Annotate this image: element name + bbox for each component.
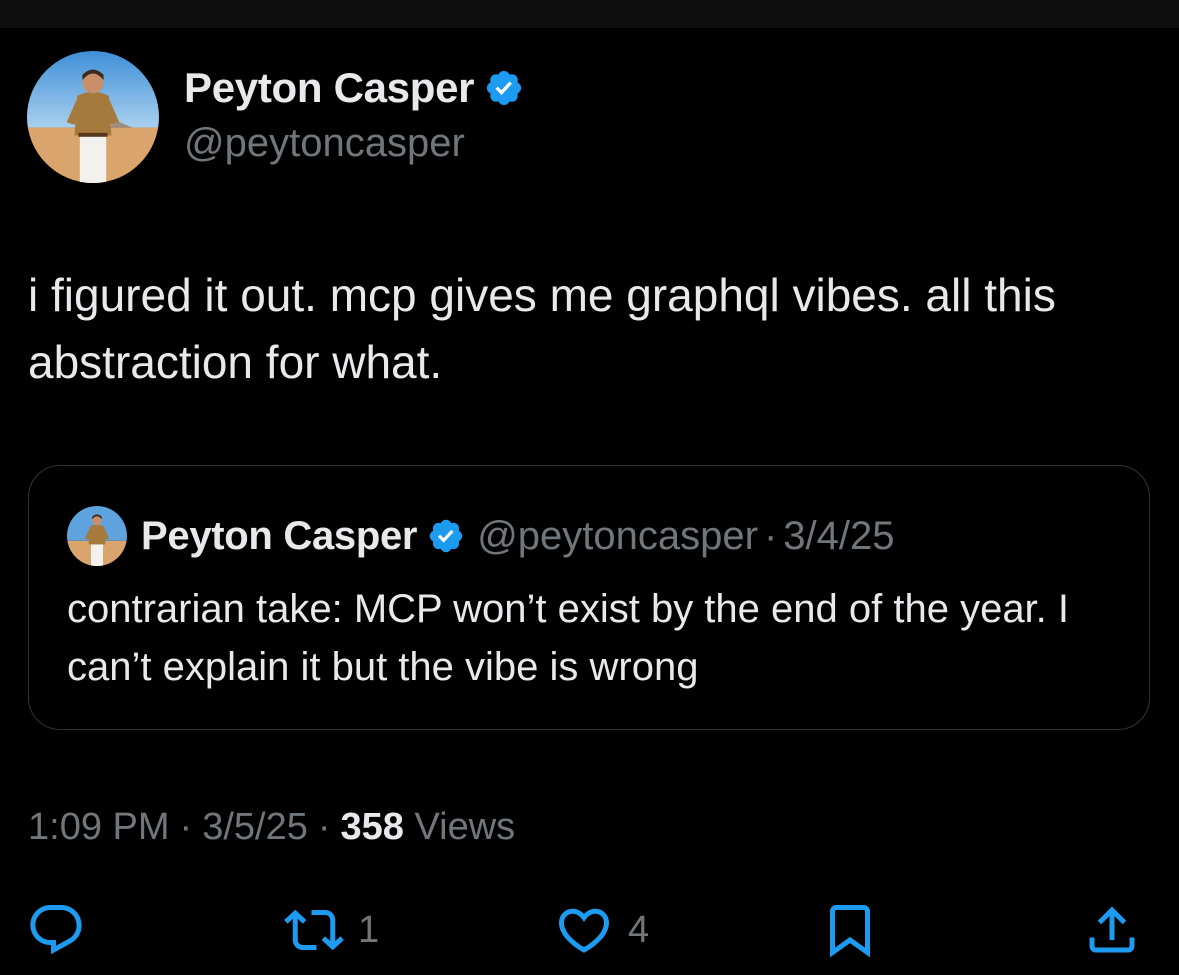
- author-name-text: Peyton Casper: [184, 64, 475, 111]
- retweet-button[interactable]: 1: [284, 898, 379, 962]
- status-bar-strip: [0, 0, 1179, 28]
- quoted-tweet-header: Peyton Casper @peytoncasper · 3/4/25: [141, 512, 895, 560]
- quoted-author-handle[interactable]: @peytoncasper: [477, 512, 758, 560]
- share-icon: [1089, 906, 1135, 953]
- quoted-date[interactable]: 3/4/25: [783, 512, 894, 560]
- quoted-tweet-card[interactable]: Peyton Casper @peytoncasper · 3/4/25 con…: [28, 465, 1150, 730]
- like-button[interactable]: 4: [554, 898, 649, 962]
- author-name[interactable]: Peyton Casper: [184, 64, 524, 112]
- reply-icon: [30, 905, 82, 955]
- profile-photo-icon: [27, 51, 159, 183]
- share-button[interactable]: [1082, 898, 1142, 962]
- verified-badge-icon[interactable]: [484, 68, 524, 108]
- quoted-author-name[interactable]: Peyton Casper: [141, 512, 418, 560]
- meta-separator: ·: [317, 806, 331, 848]
- tweet-text: i figured it out. mcp gives me graphql v…: [28, 269, 1056, 388]
- meta-separator: ·: [179, 806, 193, 848]
- quoted-tweet-text: contrarian take: MCP won’t exist by the …: [67, 587, 1070, 689]
- verified-badge-icon[interactable]: [427, 517, 465, 555]
- author-avatar[interactable]: [27, 51, 159, 183]
- tweet-time[interactable]: 1:09 PM: [28, 806, 170, 848]
- bookmark-button[interactable]: [820, 898, 880, 962]
- tweet-date[interactable]: 3/5/25: [202, 806, 308, 848]
- like-count: 4: [628, 908, 650, 951]
- bookmark-icon: [830, 905, 870, 958]
- tweet-meta: 1:09 PM · 3/5/25 · 358 Views: [28, 806, 515, 849]
- profile-photo-icon: [67, 506, 127, 566]
- retweet-count: 1: [358, 908, 380, 951]
- views-label: Views: [414, 806, 516, 848]
- quoted-separator: ·: [763, 514, 778, 558]
- views-count: 358: [340, 806, 404, 848]
- quoted-author-avatar[interactable]: [67, 506, 127, 566]
- heart-icon: [558, 908, 610, 953]
- reply-button[interactable]: [26, 898, 86, 962]
- author-handle[interactable]: @peytoncasper: [184, 121, 465, 166]
- retweet-icon: [284, 909, 344, 951]
